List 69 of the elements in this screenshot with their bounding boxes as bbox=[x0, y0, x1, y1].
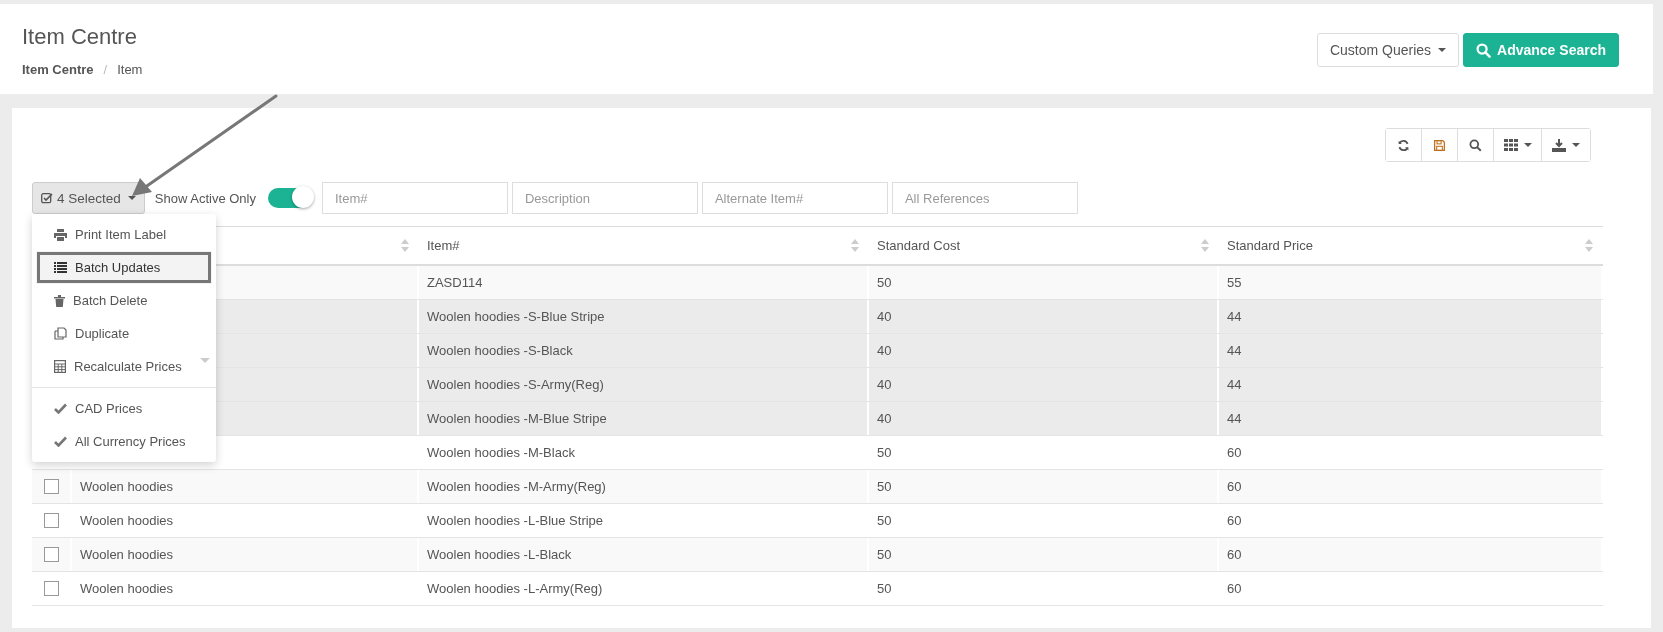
search-icon bbox=[1476, 42, 1492, 58]
table-cell: 40 bbox=[869, 334, 1219, 367]
custom-queries-dropdown[interactable]: Custom Queries bbox=[1316, 33, 1460, 67]
sort-icon[interactable] bbox=[1585, 239, 1593, 252]
table-cell: Woolen hoodies -S-Army(Reg) bbox=[419, 368, 869, 401]
caret-icon bbox=[200, 358, 210, 363]
menu-item[interactable]: Recalculate Prices bbox=[32, 350, 212, 383]
list-icon bbox=[54, 262, 67, 273]
checkmark-icon bbox=[54, 403, 67, 414]
table-cell: Woolen hoodies -S-Black bbox=[419, 334, 869, 367]
sort-icon[interactable] bbox=[401, 239, 409, 252]
table-cell: ZASD114 bbox=[419, 266, 869, 299]
table-cell: Woolen hoodies bbox=[72, 470, 419, 503]
show-active-toggle[interactable] bbox=[267, 188, 312, 208]
show-active-label: Show Active Only bbox=[154, 190, 256, 206]
menu-item[interactable]: Batch Updates bbox=[36, 251, 212, 284]
breadcrumb-separator: / bbox=[103, 62, 108, 77]
search-icon bbox=[1469, 138, 1482, 152]
table-cell: 44 bbox=[1219, 402, 1603, 435]
copy-icon bbox=[54, 327, 67, 340]
table-cell: 44 bbox=[1219, 368, 1603, 401]
table-cell: 44 bbox=[1219, 300, 1603, 333]
refresh-button[interactable] bbox=[1386, 129, 1422, 161]
column-header[interactable]: Standard Price bbox=[1219, 227, 1603, 264]
table-cell: 40 bbox=[869, 300, 1219, 333]
calculator-icon bbox=[54, 360, 66, 373]
menu-item[interactable]: Duplicate bbox=[32, 317, 212, 350]
refresh-icon bbox=[1397, 138, 1410, 152]
caret-icon bbox=[1438, 48, 1447, 52]
page-title: Item Centre bbox=[22, 24, 138, 50]
column-header[interactable]: Item# bbox=[419, 227, 869, 264]
selected-count-dropdown[interactable]: 4 Selected bbox=[32, 182, 145, 214]
table-cell: 55 bbox=[1219, 266, 1603, 299]
table-cell: 50 bbox=[869, 266, 1219, 299]
filter-input[interactable]: Alternate Item# bbox=[701, 182, 888, 214]
table-cell: 40 bbox=[869, 402, 1219, 435]
row-checkbox[interactable] bbox=[43, 581, 59, 596]
breadcrumb-item[interactable]: Item Centre bbox=[22, 62, 94, 77]
table-cell: 60 bbox=[1219, 470, 1603, 503]
checkmark-icon bbox=[54, 436, 67, 447]
table-cell: Woolen hoodies -L-Black bbox=[419, 538, 869, 571]
checkbox-icon bbox=[41, 192, 53, 204]
menu-item[interactable]: All Currency Prices bbox=[32, 425, 212, 458]
column-header[interactable]: Standard Cost bbox=[869, 227, 1219, 264]
breadcrumb-item: Item bbox=[117, 62, 143, 77]
table-cell: Woolen hoodies -S-Blue Stripe bbox=[419, 300, 869, 333]
table-cell: 44 bbox=[1219, 334, 1603, 367]
table-cell: Woolen hoodies -M-Blue Stripe bbox=[419, 402, 869, 435]
row-checkbox[interactable] bbox=[43, 513, 59, 528]
download-icon bbox=[1552, 138, 1566, 152]
filter-input[interactable]: Item# bbox=[321, 182, 508, 214]
sort-icon[interactable] bbox=[851, 239, 859, 252]
row-checkbox[interactable] bbox=[43, 547, 59, 562]
table-cell: 50 bbox=[869, 538, 1219, 571]
filter-input[interactable]: All References bbox=[891, 182, 1078, 214]
menu-item[interactable]: CAD Prices bbox=[32, 392, 212, 425]
table-cell: 60 bbox=[1219, 538, 1603, 571]
table-cell: Woolen hoodies bbox=[72, 538, 419, 571]
menu-item[interactable]: Print Item Label bbox=[32, 218, 212, 251]
table-cell: Woolen hoodies -M-Army(Reg) bbox=[419, 470, 869, 503]
filter-input[interactable]: Description bbox=[511, 182, 698, 214]
menu-item[interactable]: Batch Delete bbox=[32, 284, 212, 317]
trash-icon bbox=[54, 294, 65, 307]
table-cell: 40 bbox=[869, 368, 1219, 401]
grid-icon bbox=[1503, 139, 1518, 151]
printer-icon bbox=[54, 228, 67, 241]
sort-icon[interactable] bbox=[1201, 239, 1209, 252]
row-checkbox[interactable] bbox=[43, 479, 59, 494]
table-cell: 50 bbox=[869, 470, 1219, 503]
